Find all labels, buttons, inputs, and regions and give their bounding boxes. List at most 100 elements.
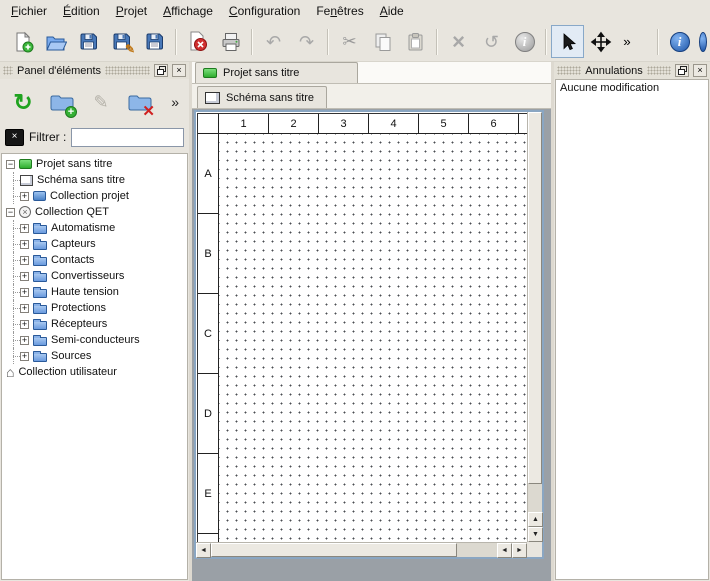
home-icon: ⌂ [6,366,14,378]
filter-input[interactable] [71,128,184,147]
rotate-button[interactable]: ↺ [475,25,508,58]
project-tabbar: Projet sans titre [192,62,551,84]
float-dock-button[interactable] [675,64,689,77]
float-dock-button[interactable] [154,64,168,77]
hscroll-thumb[interactable] [211,543,457,557]
horizontal-scrollbar[interactable]: ◄ ◄ ► [196,542,527,557]
tree-item[interactable]: +Sources [2,348,187,364]
scroll-down-button[interactable]: ▼ [528,527,543,542]
cut-button[interactable]: ✂ [333,25,366,58]
undo-dock: Annulations × Aucune modification [551,62,710,581]
save-file-button[interactable] [72,25,105,58]
menu-aide[interactable]: Aide [372,1,412,21]
clear-filter-button[interactable]: × [5,129,24,146]
diagram-info-button[interactable]: i [508,25,541,58]
hscroll-track[interactable] [211,543,497,557]
expand-icon[interactable]: + [20,192,29,201]
tree-item[interactable]: +Semi-conducteurs [2,332,187,348]
new-file-icon [12,31,34,53]
expand-icon[interactable]: + [20,352,29,361]
reload-collections-button[interactable]: ↻ [6,85,40,119]
tree-item[interactable]: +Haute tension [2,284,187,300]
menu-projet[interactable]: Projet [108,1,155,21]
tree-item[interactable]: + Automatisme [2,220,187,236]
menu-affichage[interactable]: Affichage [155,1,221,21]
folder-icon [33,353,47,362]
mdi-area: 123456 ABCDE ▲ ▼ ◄ [192,109,551,581]
scroll-up-button[interactable]: ▲ [528,512,543,527]
expand-icon[interactable]: + [20,224,29,233]
expand-icon[interactable]: + [20,288,29,297]
delete-button[interactable]: × [442,25,475,58]
ruler-column-label: 4 [369,114,419,133]
vertical-scrollbar[interactable]: ▲ ▼ [527,112,542,542]
tree-item-label: Schéma sans titre [37,174,125,186]
save-all-button[interactable] [138,25,171,58]
tree-item[interactable]: +Récepteurs [2,316,187,332]
toolbar-overflow-button[interactable]: » [617,25,637,58]
tab-project[interactable]: Projet sans titre [195,62,358,83]
close-dock-button[interactable]: × [172,64,186,77]
menu-fichier[interactable]: Fichier [3,1,55,21]
select-tool-button[interactable] [551,25,584,58]
schema-tabbar: Schéma sans titre [192,84,551,109]
clipped-toolbar-button[interactable] [698,25,708,58]
open-file-button[interactable] [39,25,72,58]
collapse-icon[interactable]: − [6,208,15,217]
delete-icon: × [452,31,465,53]
close-icon: × [697,66,702,75]
undo-button[interactable]: ↶ [257,25,290,58]
tree-item[interactable]: +Capteurs [2,236,187,252]
menu-edition[interactable]: Édition [55,1,108,21]
expand-icon[interactable]: + [20,272,29,281]
close-file-button[interactable] [181,25,214,58]
delete-collection-button[interactable]: ✕ [123,85,157,119]
tree-item[interactable]: Schéma sans titre [2,172,187,188]
scroll-right-button[interactable]: ► [512,543,527,558]
expand-icon[interactable]: + [20,240,29,249]
tree-item[interactable]: ⌂Collection utilisateur [2,364,187,380]
tree-item[interactable]: −×Collection QET [2,204,187,220]
diagram-canvas[interactable] [219,134,527,542]
menu-configuration[interactable]: Configuration [221,1,308,21]
close-dock-button[interactable]: × [693,64,707,77]
scroll-left-button-2[interactable]: ◄ [497,543,512,558]
copy-button[interactable] [366,25,399,58]
scroll-left-button[interactable]: ◄ [196,543,211,558]
ruler-row-label: D [198,374,218,454]
x-overlay-icon: ✕ [142,102,155,120]
tree-item[interactable]: −Projet sans titre [2,156,187,172]
elements-panel-titlebar[interactable]: Panel d'éléments × [0,62,189,79]
redo-button[interactable]: ↷ [290,25,323,58]
tree-item[interactable]: +Contacts [2,252,187,268]
print-button[interactable] [214,25,247,58]
undo-history-list[interactable]: Aucune modification [555,79,709,580]
clipped-icon [699,32,707,52]
expand-icon[interactable]: + [20,304,29,313]
tree-item[interactable]: +Protections [2,300,187,316]
expand-icon[interactable]: + [20,320,29,329]
tab-schema[interactable]: Schéma sans titre [197,86,327,108]
new-collection-button[interactable]: + [45,85,79,119]
collapse-icon[interactable]: − [6,160,15,169]
tree-item[interactable]: +Convertisseurs [2,268,187,284]
vscroll-thumb[interactable] [528,112,542,484]
edit-collection-button[interactable]: ✎ [84,85,118,119]
undo-dock-titlebar[interactable]: Annulations × [554,62,710,79]
diagram-view[interactable]: 123456 ABCDE ▲ ▼ ◄ [194,110,544,559]
workspace: Projet sans titre Schéma sans titre 1234… [192,62,551,581]
move-tool-button[interactable] [584,25,617,58]
paste-button[interactable] [399,25,432,58]
save-as-button[interactable]: ✎ [105,25,138,58]
new-file-button[interactable] [6,25,39,58]
tree-item[interactable]: +Collection projet [2,188,187,204]
expand-icon[interactable]: + [20,256,29,265]
tree-item-label: Automatisme [51,222,115,234]
about-button[interactable]: i [663,25,696,58]
panel-overflow-button[interactable]: » [167,92,183,112]
menu-fenetres[interactable]: Fenêtres [308,1,371,21]
expand-icon[interactable]: + [20,336,29,345]
ruler-column-label: 6 [469,114,519,133]
ruler-corner [198,114,219,134]
vscroll-track[interactable] [528,112,542,512]
